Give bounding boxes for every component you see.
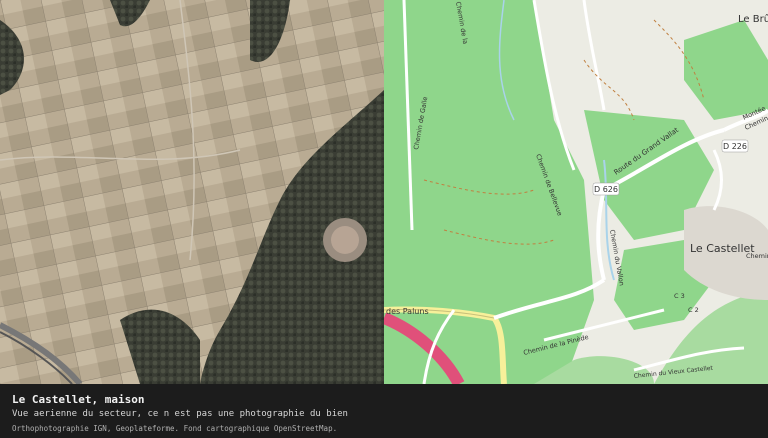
street-map: D 226 D 626 Route du Grand Vallat des Pa… [384, 0, 768, 384]
map-comparison: D 226 D 626 Route du Grand Vallat des Pa… [0, 0, 768, 384]
caption-bar: Le Castellet, maison Vue aerienne du sec… [0, 384, 768, 438]
aerial-photo [0, 0, 384, 384]
caption-title: Le Castellet, maison [12, 393, 145, 406]
road-label-paluns: des Paluns [386, 307, 429, 316]
town-label-north-east: Le Brûl [738, 13, 768, 25]
aerial-photo-panel[interactable] [0, 0, 384, 384]
svg-text:D 226: D 226 [723, 142, 747, 151]
road-shield-d626: D 626 [592, 182, 620, 196]
road-label-c2: C 2 [688, 306, 699, 314]
street-map-panel[interactable]: D 226 D 626 Route du Grand Vallat des Pa… [384, 0, 768, 384]
caption-subtitle: Vue aerienne du secteur, ce n est pas un… [12, 409, 348, 419]
road-label-c3: C 3 [674, 292, 685, 300]
caption-credits: Orthophotographie IGN, Geoplateforme. Fo… [12, 424, 338, 433]
road-shield-d226: D 226 [721, 139, 749, 153]
svg-text:D 626: D 626 [594, 185, 618, 194]
town-label-castellet: Le Castellet [690, 242, 755, 255]
